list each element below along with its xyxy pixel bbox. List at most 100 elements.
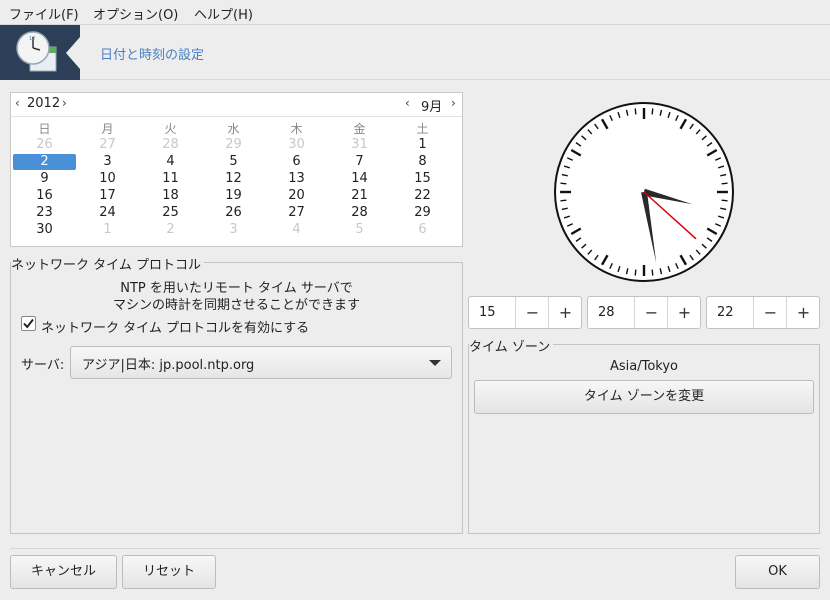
calendar-day[interactable]: 29: [391, 205, 454, 221]
calendar-day[interactable]: 29: [202, 137, 265, 153]
calendar-day[interactable]: 20: [265, 188, 328, 204]
timezone-group-label: タイム ゾーン: [469, 336, 554, 355]
calendar-day[interactable]: 1: [391, 137, 454, 153]
calendar-day[interactable]: 21: [328, 188, 391, 204]
calendar-day[interactable]: 17: [76, 188, 139, 204]
hour-increment-button[interactable]: +: [548, 297, 582, 328]
calendar[interactable]: ‹ 2012 › ‹ 9月 › 日月火水木金土 26 27 28 29 30 31 1 2 3 4 5…: [10, 92, 463, 247]
calendar-day[interactable]: 10: [76, 171, 139, 187]
menu-options[interactable]: オプション(O): [93, 4, 178, 23]
calendar-day[interactable]: 4: [265, 222, 328, 238]
calendar-day[interactable]: 24: [76, 205, 139, 221]
calendar-day[interactable]: 18: [139, 188, 202, 204]
weekday-header: 火: [164, 122, 177, 136]
calendar-day[interactable]: 12: [202, 171, 265, 187]
minute-value[interactable]: 28: [598, 305, 615, 320]
clock-minute-tick: [651, 269, 654, 276]
calendar-day[interactable]: 23: [13, 205, 76, 221]
weekday-header: 木: [290, 122, 303, 136]
calendar-day[interactable]: 3: [202, 222, 265, 238]
calendar-header: ‹ 2012 › ‹ 9月 ›: [11, 93, 462, 115]
calendar-day[interactable]: 26: [13, 137, 76, 153]
calendar-day[interactable]: 9: [13, 171, 76, 187]
calendar-day[interactable]: 7: [328, 154, 391, 170]
calendar-day[interactable]: 5: [328, 222, 391, 238]
calendar-day[interactable]: 14: [328, 171, 391, 187]
page-title: 日付と時刻の設定: [100, 48, 205, 63]
bottom-divider: [10, 548, 820, 549]
server-select-value: アジア|日本: jp.pool.ntp.org: [82, 358, 255, 373]
second-spinner[interactable]: 22 − +: [706, 296, 820, 329]
prev-year-chevron-icon[interactable]: ‹: [15, 96, 20, 110]
calendar-day[interactable]: 30: [265, 137, 328, 153]
ntp-description-line2: マシンの時計を同期させることができます: [112, 298, 360, 313]
change-timezone-button[interactable]: タイム ゾーンを変更: [474, 380, 814, 414]
calendar-day[interactable]: 4: [139, 154, 202, 170]
server-select[interactable]: アジア|日本: jp.pool.ntp.org: [70, 346, 452, 379]
hour-value[interactable]: 15: [479, 305, 496, 320]
banner: 12 日付と時刻の設定: [0, 25, 830, 80]
calendar-day[interactable]: 26: [202, 205, 265, 221]
weekday-header: 金: [353, 122, 366, 136]
calendar-day[interactable]: 30: [13, 222, 76, 238]
calendar-day[interactable]: 31: [328, 137, 391, 153]
calendar-day[interactable]: 13: [265, 171, 328, 187]
next-year-chevron-icon[interactable]: ›: [62, 96, 67, 110]
calendar-day[interactable]: 16: [13, 188, 76, 204]
calendar-day[interactable]: 2: [139, 222, 202, 238]
calendar-day[interactable]: 5: [202, 154, 265, 170]
dropdown-arrow-icon: [429, 360, 441, 366]
second-increment-button[interactable]: +: [786, 297, 820, 328]
analog-clock: [553, 101, 735, 283]
cancel-button[interactable]: キャンセル: [10, 555, 117, 589]
next-month-chevron-icon[interactable]: ›: [451, 96, 456, 110]
ntp-enable-checkbox[interactable]: [21, 316, 36, 331]
timezone-group: タイム ゾーン Asia/Tokyo タイム ゾーンを変更: [468, 336, 820, 534]
ntp-group: ネットワーク タイム プロトコル NTP を用いたリモート タイム サーバで マ…: [10, 254, 463, 534]
prev-month-chevron-icon[interactable]: ‹: [405, 96, 410, 110]
calendar-day[interactable]: 28: [139, 137, 202, 153]
calendar-day[interactable]: 28: [328, 205, 391, 221]
weekday-header: 水: [227, 122, 240, 136]
clock-minute-tick: [560, 182, 567, 185]
hour-decrement-button[interactable]: −: [515, 297, 549, 328]
reset-button[interactable]: リセット: [122, 555, 216, 589]
calendar-day[interactable]: 27: [265, 205, 328, 221]
calendar-day[interactable]: 3: [76, 154, 139, 170]
server-label: サーバ:: [21, 358, 65, 373]
clock-calendar-icon: 12: [0, 25, 80, 80]
menubar: ファイル(F) オプション(O) ヘルプ(H): [0, 0, 830, 25]
calendar-day[interactable]: 25: [139, 205, 202, 221]
checkmark-icon: [23, 318, 34, 329]
calendar-day-selected[interactable]: 2: [13, 154, 76, 170]
calendar-month: 9月: [421, 100, 443, 115]
calendar-day[interactable]: 8: [391, 154, 454, 170]
clock-minute-tick: [634, 269, 637, 276]
menu-file[interactable]: ファイル(F): [9, 4, 79, 23]
calendar-day[interactable]: 6: [391, 222, 454, 238]
calendar-day[interactable]: 27: [76, 137, 139, 153]
minute-increment-button[interactable]: +: [667, 297, 701, 328]
hour-spinner[interactable]: 15 − +: [468, 296, 582, 329]
calendar-day[interactable]: 11: [139, 171, 202, 187]
ok-button[interactable]: OK: [735, 555, 820, 589]
clock-minute-tick: [560, 199, 567, 202]
calendar-day[interactable]: 1: [76, 222, 139, 238]
clock-minute-tick: [721, 182, 728, 185]
minute-decrement-button[interactable]: −: [634, 297, 668, 328]
calendar-day[interactable]: 22: [391, 188, 454, 204]
second-value[interactable]: 22: [717, 305, 734, 320]
calendar-day[interactable]: 6: [265, 154, 328, 170]
ntp-enable-label[interactable]: ネットワーク タイム プロトコルを有効にする: [41, 317, 309, 336]
menu-help[interactable]: ヘルプ(H): [194, 4, 253, 23]
calendar-divider: [11, 116, 462, 117]
weekday-header: 日: [38, 122, 51, 136]
timezone-name: Asia/Tokyo: [609, 359, 679, 374]
clock-minute-tick: [721, 199, 728, 202]
second-decrement-button[interactable]: −: [753, 297, 787, 328]
svg-text:12: 12: [29, 36, 35, 42]
calendar-day[interactable]: 15: [391, 171, 454, 187]
calendar-day[interactable]: 19: [202, 188, 265, 204]
calendar-year: 2012: [27, 96, 61, 111]
minute-spinner[interactable]: 28 − +: [587, 296, 701, 329]
